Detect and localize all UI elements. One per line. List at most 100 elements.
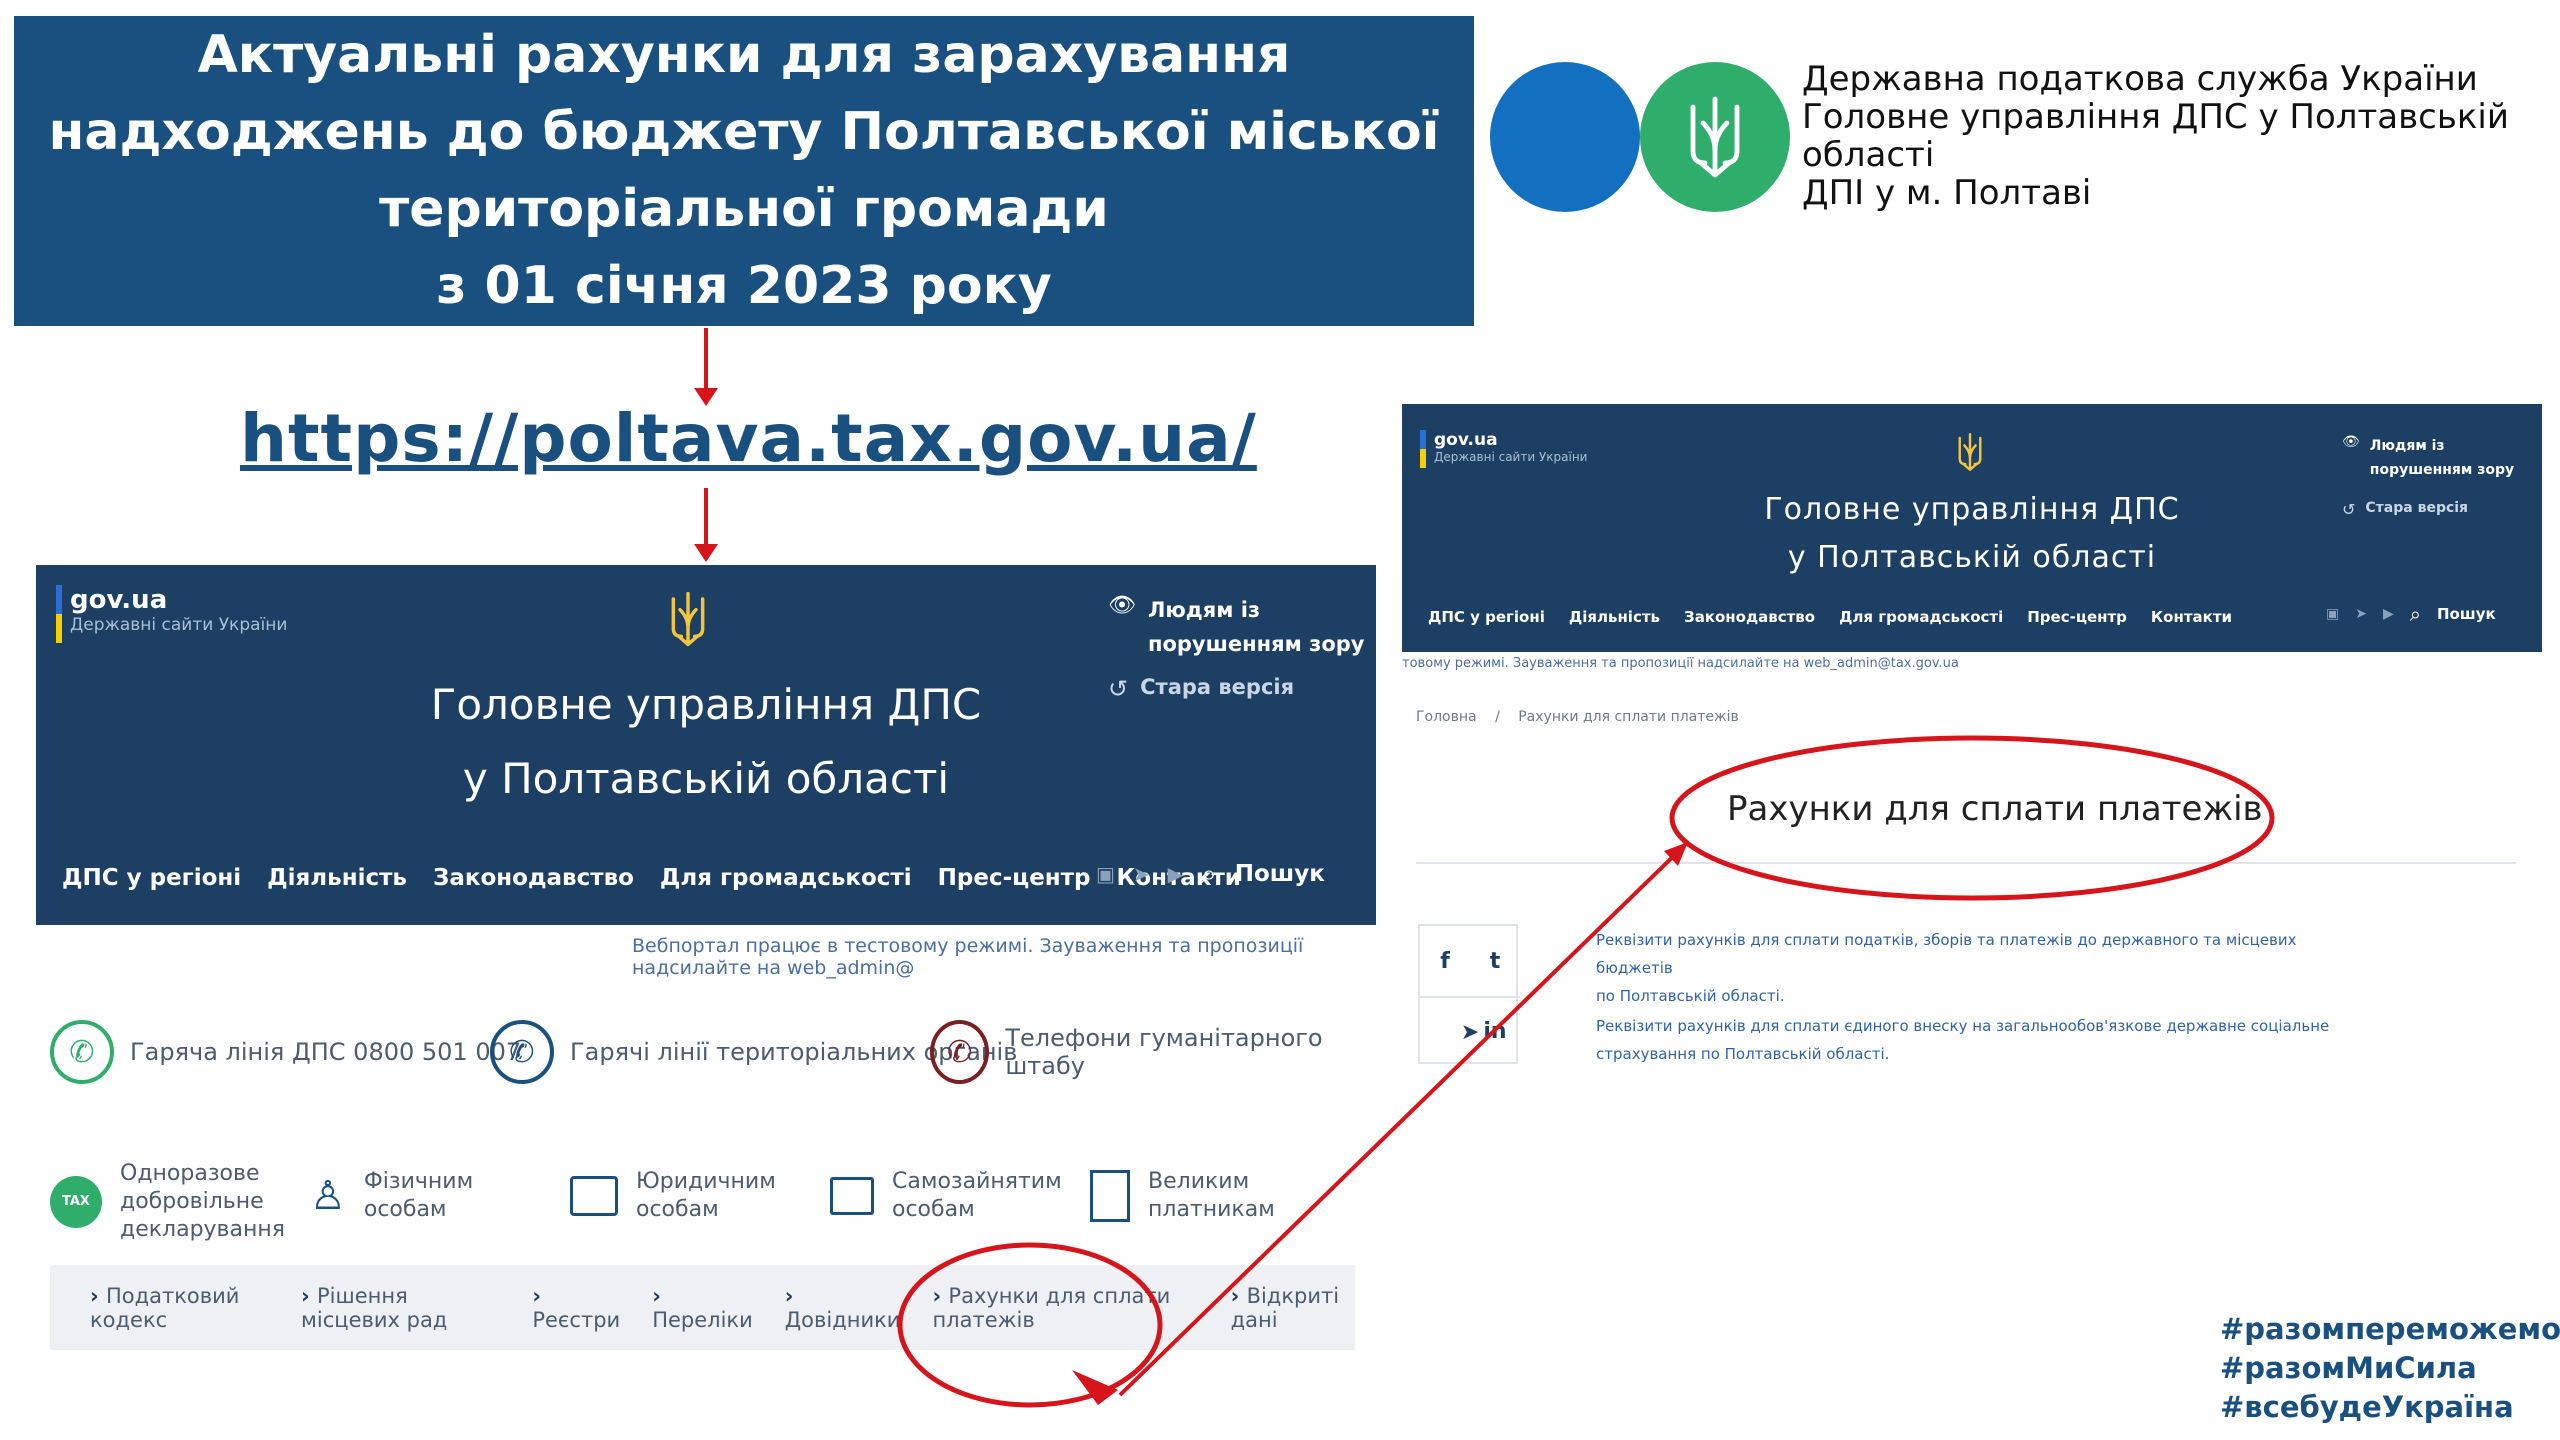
category-line: платникам xyxy=(1148,1197,1275,1222)
category-line: добровільне xyxy=(120,1189,264,1214)
divider xyxy=(1416,862,2516,864)
banner-line-1: Актуальні рахунки для зарахування xyxy=(197,25,1291,85)
org-name: Державна податкова служба України Головн… xyxy=(1802,60,2509,212)
dps-logo-green-circle xyxy=(1640,62,1790,212)
nav-item[interactable]: ДПС у регіоні xyxy=(62,865,241,891)
search-icon[interactable]: ⌕ xyxy=(1201,857,1217,891)
nav-item[interactable]: Для громадськості xyxy=(1839,608,2003,626)
nav-item[interactable]: ДПС у регіоні xyxy=(1428,608,1545,626)
hashtag: #разомпереможемо xyxy=(2220,1312,2560,1346)
site-title-line-2: у Полтавській області xyxy=(1787,540,2157,575)
category-line: особам xyxy=(636,1197,719,1222)
old-version-label: Стара версія xyxy=(2365,500,2469,516)
quick-link[interactable]: Податковий кодекс xyxy=(90,1284,269,1332)
gov-ua-logo[interactable]: gov.ua Державні сайти України xyxy=(1420,430,1587,468)
folder-icon xyxy=(830,1177,874,1215)
category-line: Юридичним xyxy=(636,1169,776,1194)
org-line-3: області xyxy=(1802,135,1935,175)
site-url-link[interactable]: https://poltava.tax.gov.ua/ xyxy=(240,400,1257,477)
banner-line-4: з 01 січня 2023 року xyxy=(436,256,1052,316)
linkedin-letter: in xyxy=(1483,1018,1507,1044)
nav-item[interactable]: Діяльність xyxy=(267,865,407,891)
share-buttons: f t ➤ in xyxy=(1418,924,1520,1066)
category-large-taxpayers[interactable]: Великим платникам xyxy=(1090,1168,1275,1224)
nav-item[interactable]: Прес-центр xyxy=(938,865,1091,891)
gov-ua-title: gov.ua xyxy=(1434,430,1498,450)
telegram-icon[interactable]: ➤ xyxy=(1133,862,1150,886)
category-individuals[interactable]: ♙ Фізичним особам xyxy=(310,1168,473,1224)
search-label[interactable]: Пошук xyxy=(1235,861,1325,887)
category-line: Одноразове xyxy=(120,1161,260,1186)
nav-item[interactable]: Законодавство xyxy=(1684,608,1815,626)
nav-item[interactable]: Діяльність xyxy=(1569,608,1660,626)
dps-logo-blue-circle xyxy=(1490,62,1640,212)
person-icon: ♙ xyxy=(310,1173,346,1219)
linkedin-share-icon[interactable]: in xyxy=(1470,996,1520,1066)
breadcrumb-separator: / xyxy=(1495,709,1500,725)
nav-item[interactable]: Контакти xyxy=(2151,608,2232,626)
site-homepage-screenshot: gov.ua Державні сайти України Головне уп… xyxy=(36,565,1376,1360)
quick-link[interactable]: Рішення місцевих рад xyxy=(301,1284,500,1332)
link-line: страхування по Полтавській області. xyxy=(1596,1045,1890,1063)
main-nav: ДПС у регіоні Діяльність Законодавство Д… xyxy=(62,865,1241,891)
quick-link[interactable]: Довідники xyxy=(785,1284,901,1332)
history-icon: ↺ xyxy=(1108,675,1129,703)
site-title-line-2: у Полтавській області xyxy=(462,754,950,803)
tryzub-icon xyxy=(1690,96,1740,178)
header-tools: ▣ ➤ ▶ ⌕ Пошук xyxy=(2326,602,2496,626)
breadcrumb: Головна / Рахунки для сплати платежів xyxy=(1416,709,1739,725)
search-icon[interactable]: ⌕ xyxy=(2410,602,2421,626)
category-line: декларування xyxy=(120,1217,286,1242)
accessibility-link[interactable]: 👁 Людям із порушенням зору xyxy=(2342,434,2514,482)
category-legal-entities[interactable]: Юридичним особам xyxy=(570,1168,776,1224)
quick-link[interactable]: Реєстри xyxy=(532,1284,620,1332)
category-line: особам xyxy=(892,1197,975,1222)
contact-label: Гаряча лінія ДПС xyxy=(130,1038,346,1066)
quick-links-bar: Податковий кодекс Рішення місцевих рад Р… xyxy=(50,1265,1355,1350)
gov-ua-subtitle: Державні сайти України xyxy=(70,615,288,635)
coat-of-arms-icon xyxy=(1958,433,1982,471)
link-social-insurance-accounts[interactable]: Реквізити рахунків для сплати єдиного вн… xyxy=(1596,1012,2356,1068)
site-header: gov.ua Державні сайти України Головне уп… xyxy=(36,565,1376,925)
gov-ua-subtitle: Державні сайти України xyxy=(1434,450,1588,464)
old-version-link[interactable]: ↺ Стара версія xyxy=(1108,675,1294,703)
category-self-employed[interactable]: Самозайнятим особам xyxy=(830,1168,1062,1224)
building-icon xyxy=(1090,1170,1130,1222)
breadcrumb-current: Рахунки для сплати платежів xyxy=(1518,709,1739,725)
old-version-link[interactable]: ↺ Стара версія xyxy=(2342,500,2468,519)
nav-item[interactable]: Прес-центр xyxy=(2027,608,2127,626)
category-line: Великим xyxy=(1148,1169,1250,1194)
facebook-share-icon[interactable]: f xyxy=(1420,926,1470,996)
accessibility-line-1: Людям із xyxy=(1147,598,1261,622)
quick-link[interactable]: Переліки xyxy=(652,1284,753,1332)
youtube-icon[interactable]: ▶ xyxy=(2383,606,2394,622)
quick-link-payment-accounts[interactable]: Рахунки для сплати платежів xyxy=(932,1284,1198,1332)
org-line-1: Державна податкова служба України xyxy=(1802,59,2478,99)
search-label[interactable]: Пошук xyxy=(2437,605,2496,623)
telegram-icon[interactable]: ➤ xyxy=(2355,606,2367,622)
category-line: Фізичним xyxy=(363,1169,474,1194)
test-mode-notice: товому режимі. Зауваження та пропозиції … xyxy=(1402,656,1959,671)
facebook-icon[interactable]: ▣ xyxy=(1096,862,1115,886)
connector-arrowhead-bottom xyxy=(1072,1370,1118,1405)
contact-humanitarian[interactable]: ✆ Телефони гуманітарного штабу xyxy=(930,1020,1376,1084)
gov-ua-logo[interactable]: gov.ua Державні сайти України xyxy=(56,585,287,643)
twitter-share-icon[interactable]: t xyxy=(1470,926,1520,996)
hashtags: #разомпереможемо #разомМиСила #всебудеУк… xyxy=(2220,1310,2560,1427)
category-declaration[interactable]: TAX Одноразове добровільне декларування xyxy=(50,1160,285,1244)
facebook-icon[interactable]: ▣ xyxy=(2326,606,2339,622)
history-icon: ↺ xyxy=(2342,500,2356,519)
nav-item[interactable]: Законодавство xyxy=(433,865,634,891)
nav-item[interactable]: Для громадськості xyxy=(660,865,912,891)
youtube-icon[interactable]: ▶ xyxy=(1168,862,1183,886)
quick-link[interactable]: Відкриті дані xyxy=(1231,1284,1355,1332)
category-line: особам xyxy=(363,1197,447,1222)
org-line-4: ДПІ у м. Полтаві xyxy=(1802,173,2092,213)
accessibility-link[interactable]: 👁 Людям із порушенням зору xyxy=(1108,593,1364,661)
contact-label: Телефони гуманітарного штабу xyxy=(1005,1024,1323,1080)
link-budget-accounts[interactable]: Реквізити рахунків для сплати податків, … xyxy=(1596,926,2356,1010)
hashtag: #разомМиСила xyxy=(2220,1351,2477,1385)
contact-hotline[interactable]: ✆ Гаряча лінія ДПС 0800 501 007 xyxy=(50,1020,521,1084)
site-header-small: gov.ua Державні сайти України Головне уп… xyxy=(1402,404,2542,652)
breadcrumb-home[interactable]: Головна xyxy=(1416,709,1477,725)
